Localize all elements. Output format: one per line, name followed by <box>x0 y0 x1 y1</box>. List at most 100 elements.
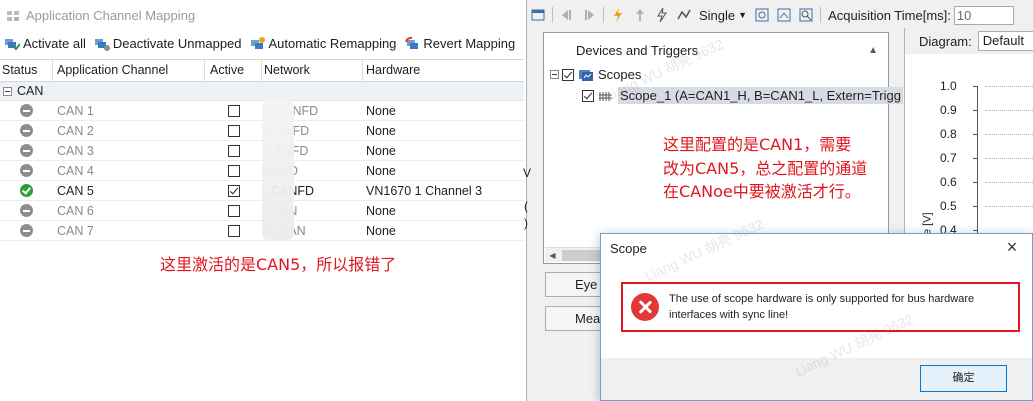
automatic-remapping-label: Automatic Remapping <box>268 36 397 51</box>
y-tick-mark <box>973 158 977 159</box>
grid-line <box>985 158 1033 159</box>
row-hardware[interactable]: None <box>363 204 524 218</box>
scopes-folder-icon <box>579 69 593 81</box>
y-tick-mark <box>973 110 977 111</box>
channel-mapping-window: Application Channel Mapping Activate all… <box>0 0 524 401</box>
close-icon[interactable]: × <box>1002 237 1022 258</box>
arrow-up-icon[interactable] <box>632 7 648 23</box>
activate-all-button[interactable]: Activate all <box>4 36 86 52</box>
channel-mapping-app-icon <box>7 10 19 21</box>
group-row-can[interactable]: CAN <box>0 82 524 101</box>
grid-header: Status Application Channel Active Networ… <box>0 60 524 82</box>
column-header-hardware[interactable]: Hardware <box>363 60 524 82</box>
lightning-icon[interactable] <box>654 7 670 23</box>
acquisition-time-input[interactable] <box>953 5 1014 25</box>
diagram-select[interactable]: Default <box>977 31 1033 51</box>
active-checkbox[interactable] <box>227 224 240 237</box>
eye-diagram-button[interactable]: Eye <box>545 272 605 297</box>
row-hardware[interactable]: VN1670 1 Channel 3 <box>363 184 524 198</box>
inactive-status-icon <box>20 124 33 137</box>
eye-button-label: Eye <box>575 277 598 292</box>
diagram-header: Diagram: Default <box>905 28 1033 54</box>
search-zoom-icon[interactable] <box>798 7 814 23</box>
active-checkbox[interactable] <box>227 124 240 137</box>
tree-expand-icon[interactable] <box>550 70 559 79</box>
active-checkbox[interactable] <box>227 144 240 157</box>
scope-1-checkbox[interactable] <box>582 89 594 102</box>
revert-mapping-label: Revert Mapping <box>423 36 516 51</box>
left-edge-glyph-open: ( <box>524 199 528 213</box>
y-tick-mark <box>973 182 977 183</box>
signal-icon[interactable] <box>676 7 692 23</box>
chevron-down-icon: ▼ <box>738 10 748 20</box>
y-tick-mark <box>973 134 977 135</box>
row-hardware[interactable]: None <box>363 164 524 178</box>
collapse-up-icon[interactable]: ▲ <box>868 45 878 56</box>
channel-mapping-titlebar: Application Channel Mapping <box>0 0 524 31</box>
deactivate-unmapped-button[interactable]: Deactivate Unmapped <box>94 36 242 52</box>
trigger-mode-dropdown[interactable]: Single ▼ <box>699 8 747 23</box>
annotation-right-line-3: 在CANoe中要被激活才行。 <box>663 182 861 201</box>
column-header-active[interactable]: Active <box>205 60 262 82</box>
inactive-status-icon <box>20 204 33 217</box>
row-channel: CAN 5 <box>57 183 94 198</box>
acquisition-time-label: Acquisition Time[ms]: <box>828 7 951 23</box>
measurement-button[interactable]: Meas <box>545 306 605 331</box>
revert-mapping-icon <box>405 36 419 49</box>
inactive-status-icon <box>20 224 33 237</box>
tree-child-label: Scope_1 (A=CAN1_H, B=CAN1_L, Extern=Trig… <box>618 87 903 104</box>
y-tick-label: 0.7 <box>940 151 957 165</box>
active-status-icon <box>20 184 33 197</box>
grid-line <box>985 86 1033 87</box>
active-checkbox[interactable] <box>227 164 240 177</box>
toolbar-separator <box>820 7 822 23</box>
step-back-icon[interactable] <box>559 7 575 23</box>
grid-line <box>985 134 1033 135</box>
dialog-message: The use of scope hardware is only suppor… <box>669 293 975 321</box>
row-channel: CAN 3 <box>57 143 94 158</box>
window-icon[interactable] <box>530 7 546 23</box>
inactive-status-icon <box>20 104 33 117</box>
row-channel: CAN 6 <box>57 203 94 218</box>
group-label: CAN <box>17 84 44 98</box>
scope-toolbar: Single ▼ Acquisition Time[ms]: <box>527 3 1033 27</box>
automatic-remapping-button[interactable]: Automatic Remapping <box>250 36 397 52</box>
y-tick-label: 0.5 <box>940 199 957 213</box>
grid-line <box>985 206 1033 207</box>
active-checkbox[interactable] <box>227 184 240 197</box>
y-tick-mark <box>973 206 977 207</box>
row-hardware[interactable]: None <box>363 224 524 238</box>
active-checkbox[interactable] <box>227 104 240 117</box>
y-tick-label: 0.8 <box>940 127 957 141</box>
error-icon <box>631 293 659 321</box>
ok-button[interactable]: 确定 <box>920 365 1007 392</box>
left-edge-glyph-close: ) <box>524 216 528 230</box>
deactivate-unmapped-label: Deactivate Unmapped <box>112 36 242 51</box>
step-forward-icon[interactable] <box>581 7 597 23</box>
row-hardware[interactable]: None <box>363 144 524 158</box>
zoom-icon[interactable] <box>754 7 770 23</box>
channel-mapping-toolbar: Activate all Deactivate Unmapped Automat… <box>0 31 524 56</box>
inactive-status-icon <box>20 164 33 177</box>
activate-all-label: Activate all <box>23 36 86 51</box>
scroll-left-icon[interactable]: ◀ <box>545 251 560 260</box>
row-hardware[interactable]: None <box>363 124 524 138</box>
column-header-status[interactable]: Status <box>0 60 53 82</box>
row-channel: CAN 2 <box>57 123 94 138</box>
y-tick-label: 1.0 <box>940 79 957 93</box>
column-header-network[interactable]: Network <box>262 60 363 82</box>
dialog-title: Scope <box>610 241 647 256</box>
deactivate-unmapped-icon <box>94 38 110 51</box>
collapse-icon[interactable] <box>3 86 12 96</box>
zoom-region-icon[interactable] <box>776 7 792 23</box>
revert-mapping-button[interactable]: Revert Mapping <box>404 36 515 52</box>
scopes-checkbox[interactable] <box>562 68 574 81</box>
annotation-right-line-1: 这里配置的是CAN1，需要 <box>663 135 852 154</box>
redaction-blur <box>262 100 294 240</box>
active-checkbox[interactable] <box>227 204 240 217</box>
trigger-icon[interactable] <box>610 7 626 23</box>
row-hardware[interactable]: None <box>363 104 524 118</box>
toolbar-separator <box>552 7 553 23</box>
column-header-channel[interactable]: Application Channel <box>53 60 205 82</box>
left-edge-glyph-v: V <box>523 166 532 180</box>
